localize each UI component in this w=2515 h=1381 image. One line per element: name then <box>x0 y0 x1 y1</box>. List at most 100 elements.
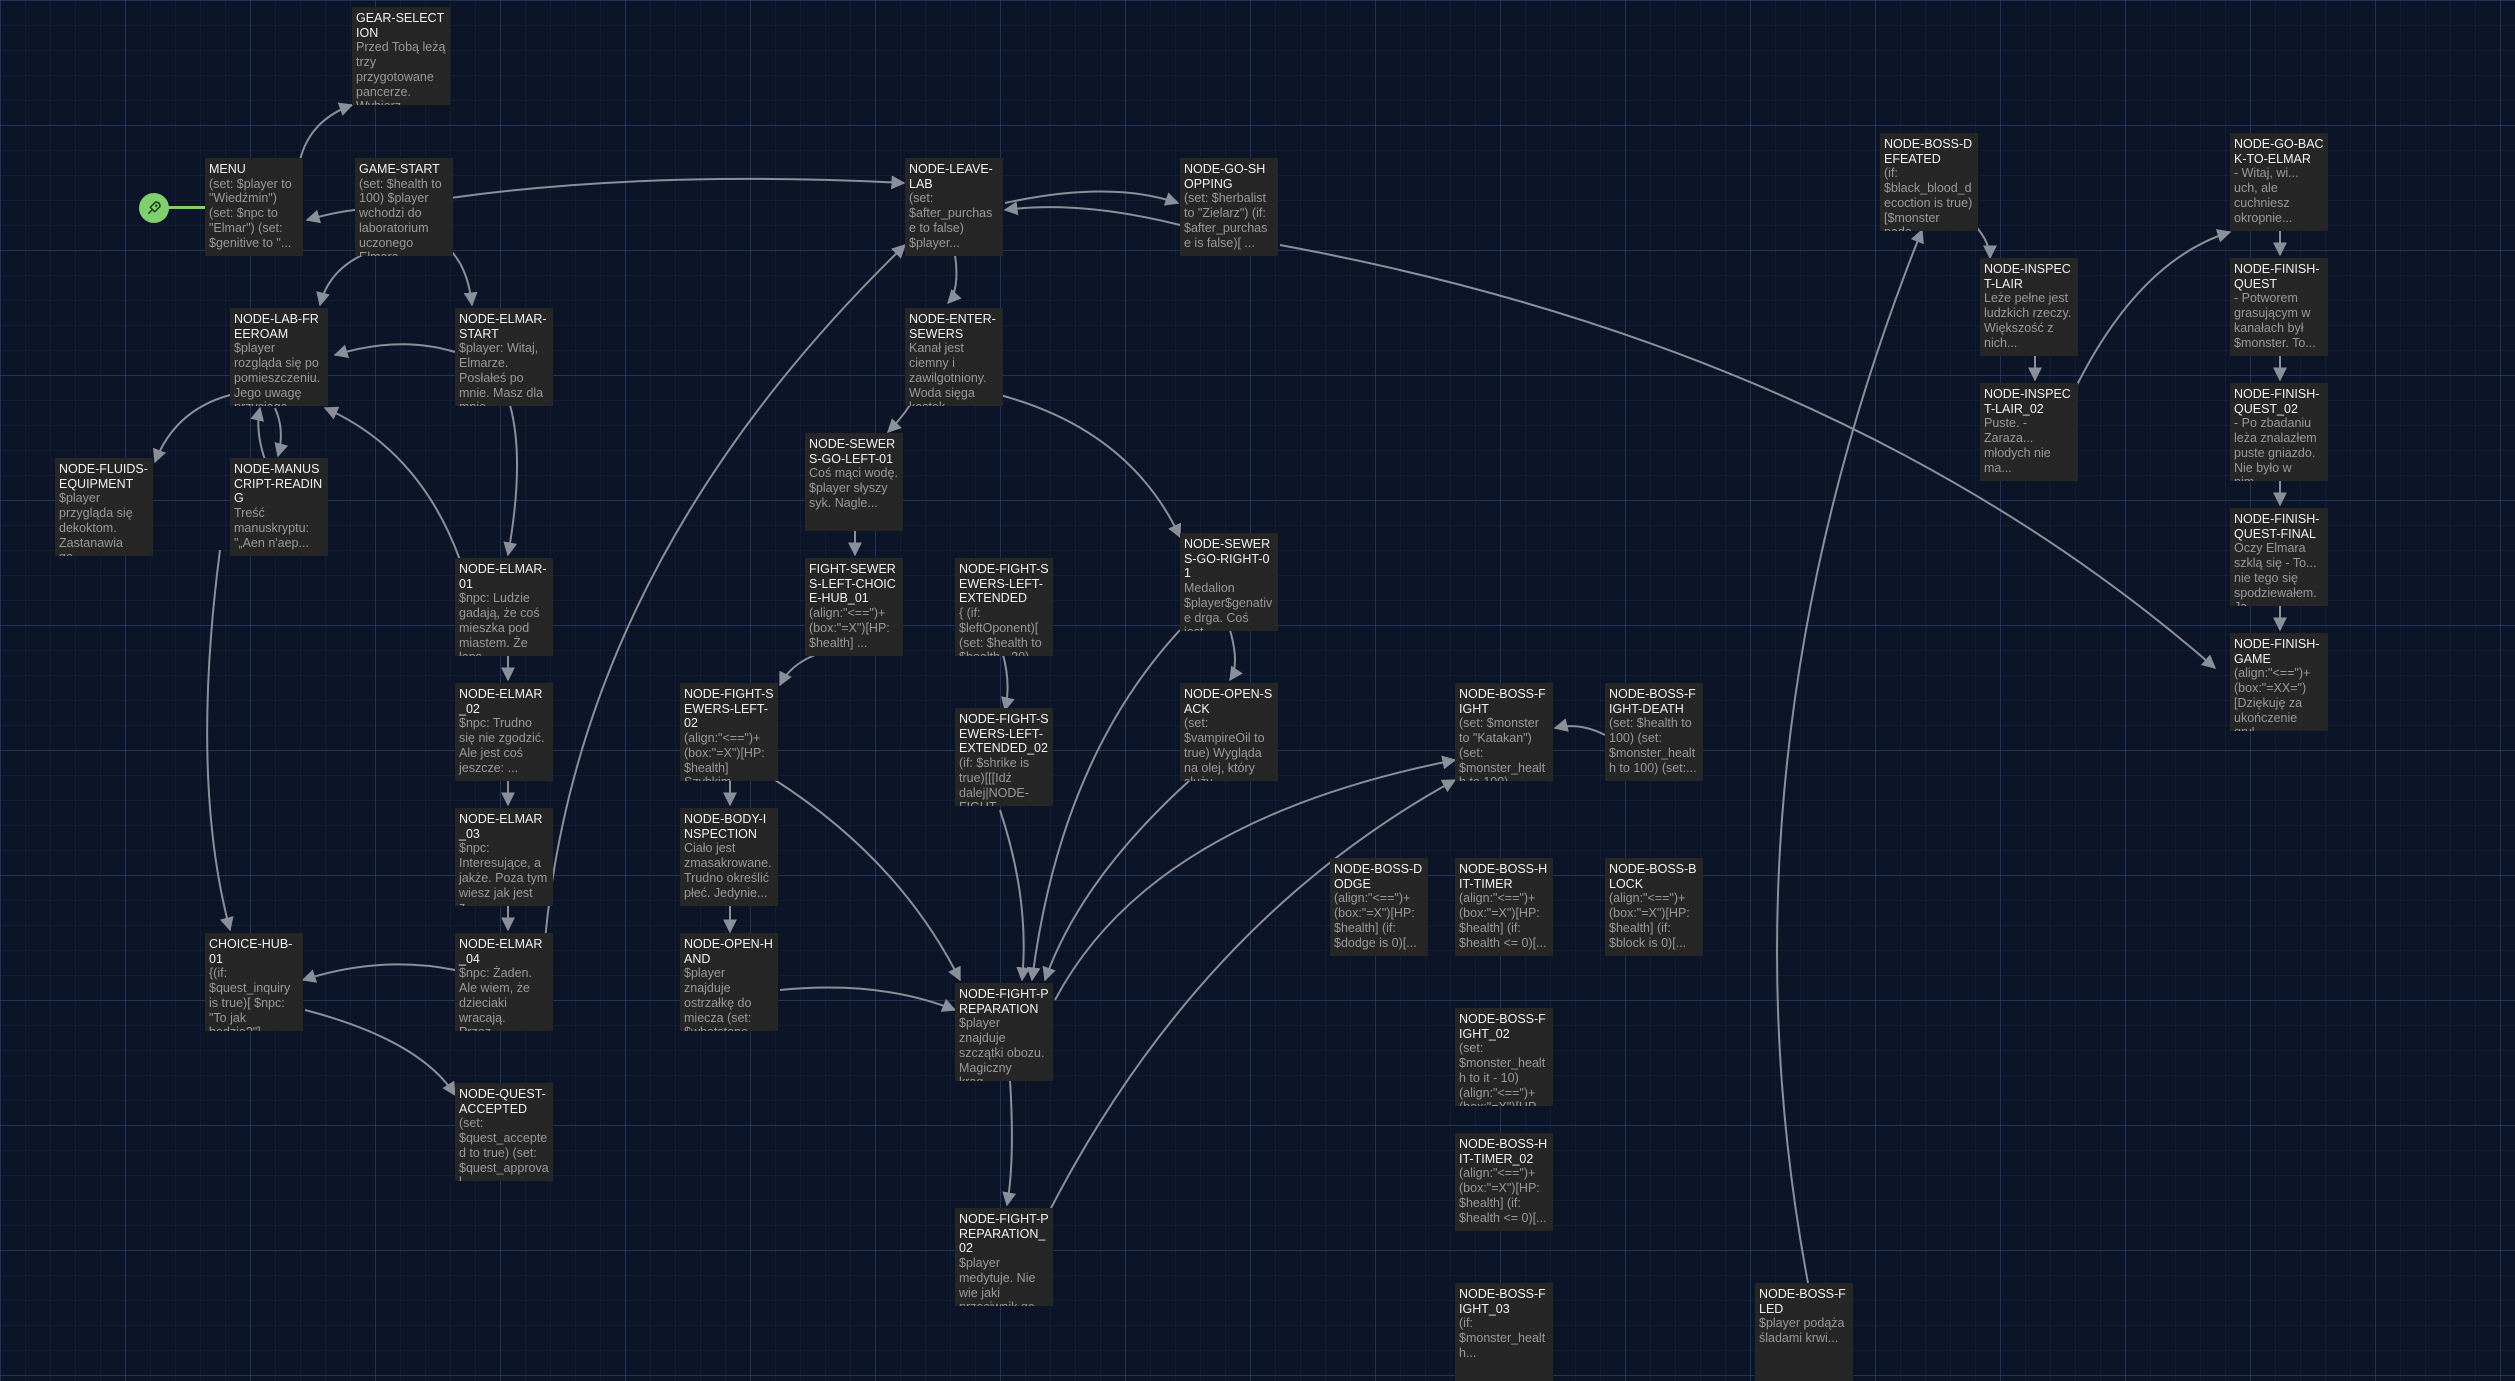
passage-excerpt: (align:"<==")+(box:"=X")[HP: $health] (i… <box>1334 891 1417 950</box>
passage-node-elmar-02[interactable]: NODE-ELMAR_02 $npc: Trudno się nie zgodzi… <box>455 683 553 781</box>
passage-excerpt: - Witaj, wi... uch, ale cuchniesz okropn… <box>2234 166 2299 225</box>
passage-title: NODE-ELMAR-01 <box>459 562 547 591</box>
link-go-shopping-leave-lab <box>1003 201 1181 226</box>
passage-excerpt: (set: $vampireOil to true) Wygląda na ol… <box>1184 716 1265 781</box>
passage-node-inspect-lair[interactable]: NODE-INSPECT-LAIR Leże pełne jest ludzkic… <box>1980 258 2078 356</box>
passage-node-boss-fight-02[interactable]: NODE-BOSS-FIGHT_02 (set: $monster_health … <box>1455 1008 1553 1106</box>
passage-title: NODE-GO-BACK-TO-ELMAR <box>2234 137 2324 166</box>
passage-title: NODE-ENTER-SEWERS <box>909 312 996 341</box>
passage-excerpt: $player rozgląda się po pomieszczeniu. J… <box>234 341 321 406</box>
passage-node-fluids-equipment[interactable]: NODE-FLUIDS-EQUIPMENT $player przygląda s… <box>55 458 153 556</box>
passage-node-fight-preparation[interactable]: NODE-FIGHT-PREPARATION $player znajduje s… <box>955 983 1053 1081</box>
passage-title: NODE-BOSS-BLOCK <box>1609 862 1697 891</box>
passage-title: NODE-BOSS-HIT-TIMER_02 <box>1459 1137 1548 1166</box>
link-left-02-fight-prep <box>774 779 961 982</box>
passage-node-body-inspection[interactable]: NODE-BODY-INSPECTION Ciało jest zmasakrow… <box>680 808 778 906</box>
passage-excerpt: $npc: Ludzie gadają, że coś mieszka pod … <box>459 591 540 656</box>
passage-menu[interactable]: MENU (set: $player to "Wiedźmin") (set: $… <box>205 158 303 256</box>
passage-node-boss-hit-timer-02[interactable]: NODE-BOSS-HIT-TIMER_02 (align:"<==")+(box… <box>1455 1133 1553 1231</box>
passage-title: NODE-FLUIDS-EQUIPMENT <box>59 462 148 491</box>
passage-excerpt: $npc: Żaden. Ale wiem, że dzieciaki wrac… <box>459 966 532 1031</box>
passage-node-leave-lab[interactable]: NODE-LEAVE-LAB (set: $after_purchase to f… <box>905 158 1003 256</box>
link-enter-sewers-right <box>999 394 1182 539</box>
passage-node-elmar-04[interactable]: NODE-ELMAR_04 $npc: Żaden. Ale wiem, że d… <box>455 933 553 1031</box>
passage-node-open-hand[interactable]: NODE-OPEN-HAND $player znajduje ostrzałkę… <box>680 933 778 1031</box>
passage-node-enter-sewers[interactable]: NODE-ENTER-SEWERS Kanał jest ciemny i zaw… <box>905 308 1003 406</box>
passage-node-boss-fight-03[interactable]: NODE-BOSS-FIGHT_03 (if: $monster_health..… <box>1455 1283 1553 1381</box>
passage-node-elmar-start[interactable]: NODE-ELMAR-START $player: Witaj, Elmarze.… <box>455 308 553 406</box>
passage-title: NODE-INSPECT-LAIR_02 <box>1984 387 2071 416</box>
passage-title: NODE-FIGHT-SEWERS-LEFT-EXTENDED <box>959 562 1049 606</box>
passage-title: GAME-START <box>359 162 440 176</box>
passage-node-go-back-to-elmar[interactable]: NODE-GO-BACK-TO-ELMAR - Witaj, wi... uch,… <box>2230 133 2328 231</box>
link-go-right-open-sack <box>1229 629 1243 682</box>
passage-excerpt: (set: $health to 100) $player wchodzi do… <box>359 176 442 256</box>
passage-node-fight-sewers-left-extended[interactable]: NODE-FIGHT-SEWERS-LEFT-EXTENDED{ (if: $l… <box>955 558 1053 656</box>
link-elmar-start-lab-freeroam <box>333 343 456 358</box>
passage-node-finish-quest-final[interactable]: NODE-FINISH-QUEST-FINAL Oczy Elmara szklą… <box>2230 508 2328 606</box>
link-menu-gear-selection <box>299 102 354 161</box>
passage-node-elmar-03[interactable]: NODE-ELMAR_03 $npc: Interesujące, a jakże… <box>455 808 553 906</box>
link-game-start-lab-freeroam <box>316 249 376 307</box>
passage-node-quest-accepted[interactable]: NODE-QUEST-ACCEPTED (set: $quest_accepted… <box>455 1083 553 1181</box>
passage-node-finish-quest[interactable]: NODE-FINISH-QUEST - Potworem grasującym w… <box>2230 258 2328 356</box>
passage-excerpt: Przed Tobą leżą trzy przygotowane pancer… <box>356 40 446 105</box>
passage-node-boss-fight-death[interactable]: NODE-BOSS-FIGHT-DEATH (set: $health to 10… <box>1605 683 1703 781</box>
link-leave-lab-go-shopping <box>1004 190 1180 206</box>
passage-title: NODE-OPEN-SACK <box>1184 687 1273 716</box>
passage-node-manuscript-reading[interactable]: NODE-MANUSCRIPT-READING Treść manuskryptu… <box>230 458 328 556</box>
passage-title: NODE-BOSS-DODGE <box>1334 862 1423 891</box>
passage-title: FIGHT-SEWERS-LEFT-CHOICE-HUB_01 <box>809 562 896 606</box>
passage-node-boss-fight[interactable]: NODE-BOSS-FIGHT (set: $monster to "Kataka… <box>1455 683 1553 781</box>
passage-title: NODE-FIGHT-PREPARATION <box>959 987 1049 1016</box>
passage-node-boss-block[interactable]: NODE-BOSS-BLOCK (align:"<==")+(box:"=X")[… <box>1605 858 1703 956</box>
passage-excerpt: (align:"<==")+(box:"=X")[HP: $health] (i… <box>1459 891 1547 950</box>
passage-excerpt: (set: $quest_accepted to true) (set: $qu… <box>459 1116 549 1181</box>
start-passage-marker[interactable] <box>139 193 169 223</box>
link-manuscript-choice-hub <box>206 549 234 932</box>
passage-title: NODE-INSPECT-LAIR <box>1984 262 2071 291</box>
passage-game-start[interactable]: GAME-START (set: $health to 100) $player … <box>355 158 453 256</box>
passage-node-go-shopping[interactable]: NODE-GO-SHOPPING (set: $herbalist to "Zie… <box>1180 158 1278 256</box>
passage-title: NODE-BOSS-DEFEATED <box>1884 137 1973 166</box>
passage-node-fight-preparation-02[interactable]: NODE-FIGHT-PREPARATION_02 $player medytuj… <box>955 1208 1053 1306</box>
passage-excerpt: (set: $player to "Wiedźmin") (set: $npc … <box>209 176 292 250</box>
passage-excerpt: $player: Witaj, Elmarze. Posłałeś po mni… <box>459 341 544 406</box>
passage-node-finish-game[interactable]: NODE-FINISH-GAME (align:"<==")+(box:"=XX=… <box>2230 633 2328 731</box>
passage-node-boss-fled[interactable]: NODE-BOSS-FLED $player podąża śladami krw… <box>1755 1283 1853 1381</box>
passage-title: NODE-ELMAR-START <box>459 312 547 341</box>
passage-excerpt: (align:"<==")+(box:"=XX=")[Dziękuję za u… <box>2234 666 2311 731</box>
passage-node-boss-hit-timer[interactable]: NODE-BOSS-HIT-TIMER (align:"<==")+(box:"=… <box>1455 858 1553 956</box>
passage-title: NODE-BOSS-HIT-TIMER <box>1459 862 1548 891</box>
passage-excerpt: (if: $black_blood_decoction is true)[$mo… <box>1884 166 1973 231</box>
link-death-boss-fight <box>1553 718 1606 736</box>
passage-node-boss-defeated[interactable]: NODE-BOSS-DEFEATED (if: $black_blood_deco… <box>1880 133 1978 231</box>
passage-node-elmar-01[interactable]: NODE-ELMAR-01 $npc: Ludzie gadają, że coś… <box>455 558 553 656</box>
passage-node-open-sack[interactable]: NODE-OPEN-SACK (set: $vampireOil to true)… <box>1180 683 1278 781</box>
passage-choice-hub-01[interactable]: CHOICE-HUB-01 {(if: $quest_inquiry is tru… <box>205 933 303 1031</box>
passage-gear-selection[interactable]: GEAR-SELECTION Przed Tobą leżą trzy przyg… <box>352 7 450 105</box>
passage-excerpt: (set: $monster to "Katakan") (set: $mons… <box>1459 716 1546 781</box>
passage-node-sewers-go-left-01[interactable]: NODE-SEWERS-GO-LEFT-01 Coś mąci wodę. $pl… <box>805 433 903 531</box>
link-prep-02-boss-fight <box>1049 779 1457 1211</box>
passage-excerpt: Oczy Elmara szklą się - To... nie tego s… <box>2234 541 2317 606</box>
passage-title: NODE-LAB-FREEROAM <box>234 312 319 341</box>
passage-node-lab-freeroam[interactable]: NODE-LAB-FREEROAM $player rozgląda się po… <box>230 308 328 406</box>
passage-title: NODE-FINISH-GAME <box>2234 637 2320 666</box>
passage-excerpt: $player znajduje ostrzałkę do miecza (se… <box>684 966 758 1031</box>
passage-node-fight-sewers-left-extended-02[interactable]: NODE-FIGHT-SEWERS-LEFT-EXTENDED_02 (if: $… <box>955 708 1053 806</box>
passage-node-fight-sewers-left-02[interactable]: NODE-FIGHT-SEWERS-LEFT-02 (align:"<==")+(… <box>680 683 778 781</box>
link-manuscript-lab-freeroam <box>250 406 266 461</box>
passage-node-boss-dodge[interactable]: NODE-BOSS-DODGE (align:"<==")+(box:"=X")[… <box>1330 858 1428 956</box>
passage-title: NODE-FIGHT-SEWERS-LEFT-EXTENDED_02 <box>959 712 1049 756</box>
passage-node-finish-quest-02[interactable]: NODE-FINISH-QUEST_02- Po zbadaniu leża z… <box>2230 383 2328 481</box>
passage-node-sewers-go-right-01[interactable]: NODE-SEWERS-GO-RIGHT-01 Medalion $player$… <box>1180 533 1278 631</box>
passage-node-inspect-lair-02[interactable]: NODE-INSPECT-LAIR_02 Puste. - Zaraza... m… <box>1980 383 2078 481</box>
link-inspect-lair-02-go-back <box>2076 229 2232 386</box>
passage-title: NODE-LEAVE-LAB <box>909 162 993 191</box>
passage-excerpt: Medalion $player$genative drga. Coś jest… <box>1184 581 1273 631</box>
passage-title: NODE-ELMAR_03 <box>459 812 543 841</box>
passage-excerpt: (set: $monster_health to it - 10) (align… <box>1459 1041 1546 1106</box>
passage-fight-sewers-left-choice-hub-01[interactable]: FIGHT-SEWERS-LEFT-CHOICE-HUB_01 (align:"<… <box>805 558 903 656</box>
passage-excerpt: { (if: $leftOponent)[ (set: $health to $… <box>959 606 1042 656</box>
